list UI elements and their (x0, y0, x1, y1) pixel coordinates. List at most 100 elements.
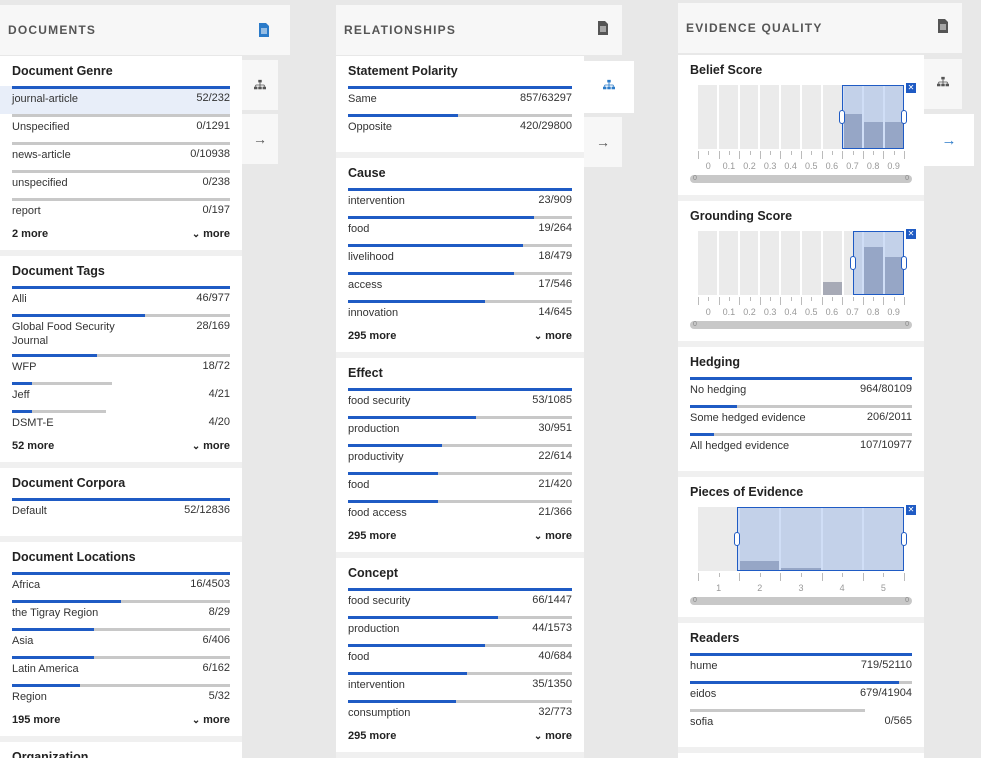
list-item[interactable]: Africa 16/4503 (12, 572, 230, 600)
pieces-histogram[interactable]: ✕ 1 2 3 4 5 0 0 (690, 505, 916, 607)
tab-evidence[interactable]: → (242, 114, 278, 164)
range-handle-left[interactable] (849, 256, 856, 270)
list-item[interactable]: All hedged evidence 107/10977 (690, 433, 912, 461)
tab-relationships[interactable] (242, 60, 278, 110)
list-item[interactable]: Default 52/12836 (12, 498, 230, 526)
list-item[interactable]: hume 719/52110 (690, 653, 912, 681)
list-item[interactable]: Jeff 4/21 (12, 382, 230, 410)
item-label: Latin America (12, 663, 79, 675)
more-toggle[interactable]: ⌄ more (192, 228, 230, 240)
tab-relationships[interactable] (924, 59, 962, 109)
tab-evidence-active[interactable]: → (924, 114, 974, 166)
list-item[interactable]: food security 53/1085 (348, 388, 572, 416)
list-item[interactable]: food 21/420 (348, 472, 572, 500)
tab-documents[interactable] (924, 3, 962, 53)
list-item[interactable]: news-article 0/10938 (0, 142, 230, 170)
evidence-content: Belief Score ✕ 0 0.1 0.2 0.3 0.4 0.5 0.6 0.7 0.8 0.… (678, 55, 924, 758)
list-item[interactable]: Region 5/32 (12, 684, 230, 712)
list-item[interactable]: No hedging 964/80109 (690, 377, 912, 405)
more-count[interactable]: 52 more (12, 440, 54, 452)
facet-section: Statement Polarity Same 857/63297 Opposite 4… (336, 56, 584, 158)
document-icon[interactable] (258, 23, 270, 40)
list-item[interactable]: livelihood 18/479 (348, 244, 572, 272)
more-count[interactable]: 2 more (12, 228, 48, 240)
list-item[interactable]: intervention 23/909 (348, 188, 572, 216)
more-count[interactable]: 195 more (12, 714, 60, 726)
documents-header: DOCUMENTS (0, 5, 290, 55)
close-icon[interactable]: ✕ (906, 83, 916, 93)
list-item[interactable]: productivity 22/614 (348, 444, 572, 472)
item-count: 17/546 (538, 278, 572, 290)
item-count: 40/684 (538, 650, 572, 662)
list-item[interactable]: Latin America 6/162 (12, 656, 230, 684)
close-icon[interactable]: ✕ (906, 505, 916, 515)
list-item[interactable]: consumption 32/773 (348, 700, 572, 728)
list-item[interactable]: DSMT-E 4/20 (12, 410, 230, 438)
list-item[interactable]: innovation 14/645 (348, 300, 572, 328)
range-handle-left[interactable] (734, 532, 741, 546)
list-item[interactable]: journal-article 52/232 (0, 86, 230, 114)
list-item[interactable]: sofia 0/565 (690, 709, 912, 737)
range-selection[interactable] (839, 85, 907, 149)
list-item[interactable]: WFP 18/72 (12, 354, 230, 382)
list-item[interactable]: Some hedged evidence 206/2011 (690, 405, 912, 433)
list-item[interactable]: Unspecified 0/1291 (0, 114, 230, 142)
list-item[interactable]: eidos 679/41904 (690, 681, 912, 709)
item-count: 4/21 (208, 388, 230, 400)
list-item[interactable]: the Tigray Region 8/29 (12, 600, 230, 628)
more-count[interactable]: 295 more (348, 330, 396, 342)
tab-documents[interactable] (584, 5, 622, 55)
histogram-scrollbar[interactable]: 00 (690, 597, 912, 605)
facet-title: Hedging (690, 355, 740, 369)
list-item[interactable]: production 44/1573 (348, 616, 572, 644)
list-item[interactable]: Same 857/63297 (348, 86, 572, 114)
list-item[interactable]: production 30/951 (348, 416, 572, 444)
more-toggle[interactable]: ⌄ more (534, 730, 572, 742)
range-handle-right[interactable] (900, 110, 907, 124)
list-item[interactable]: Opposite 420/29800 (348, 114, 572, 142)
histogram-scrollbar[interactable]: 00 (690, 321, 912, 329)
count-bar (690, 405, 912, 408)
list-item[interactable]: food 19/264 (348, 216, 572, 244)
tick-label: 0.7 (846, 161, 859, 171)
range-selection[interactable] (849, 231, 907, 295)
range-selection[interactable] (734, 507, 907, 571)
count-bar-fill (12, 600, 121, 603)
belief-histogram[interactable]: ✕ 0 0.1 0.2 0.3 0.4 0.5 0.6 0.7 0.8 0.9 0 0 (690, 83, 916, 185)
list-item[interactable]: food 40/684 (348, 644, 572, 672)
item-count: 21/366 (538, 506, 572, 518)
tab-evidence[interactable]: → (584, 117, 622, 167)
tick-mark (811, 151, 813, 155)
range-handle-right[interactable] (900, 532, 907, 546)
tab-relationships-active[interactable] (584, 61, 634, 113)
count-bar (12, 198, 230, 201)
tick-label: 0.8 (866, 161, 880, 171)
more-toggle[interactable]: ⌄ more (192, 440, 230, 452)
tick-mark (801, 297, 802, 305)
list-item[interactable]: food security 66/1447 (348, 588, 572, 616)
more-count[interactable]: 295 more (348, 530, 396, 542)
count-bar (12, 628, 230, 631)
histogram-scrollbar[interactable]: 00 (690, 175, 912, 183)
list-item[interactable]: unspecified 0/238 (0, 170, 230, 198)
list-item[interactable]: Alli 46/977 (12, 286, 230, 314)
list-item[interactable]: Global Food Security Journal 28/169 (12, 314, 230, 354)
more-toggle[interactable]: ⌄ more (534, 530, 572, 542)
close-icon[interactable]: ✕ (906, 229, 916, 239)
more-toggle[interactable]: ⌄ more (534, 330, 572, 342)
grounding-histogram[interactable]: ✕ 0 0.1 0.2 0.3 0.4 0.5 0.6 0.7 0.8 0.9 0 0 (690, 229, 916, 331)
tick-label: 0.6 (825, 161, 839, 171)
count-bar-fill (690, 433, 715, 436)
list-item[interactable]: access 17/546 (348, 272, 572, 300)
tick-mark (718, 573, 720, 577)
list-item[interactable]: Asia 6/406 (12, 628, 230, 656)
range-handle-right[interactable] (901, 256, 907, 270)
count-bar-fill (348, 244, 523, 247)
list-item[interactable]: intervention 35/1350 (348, 672, 572, 700)
more-count[interactable]: 295 more (348, 730, 396, 742)
more-toggle[interactable]: ⌄ more (192, 714, 230, 726)
list-item[interactable]: report 0/197 (0, 198, 230, 226)
range-handle-left[interactable] (839, 110, 846, 124)
scroll-left-value: 0 (693, 175, 697, 182)
list-item[interactable]: food access 21/366 (348, 500, 572, 528)
